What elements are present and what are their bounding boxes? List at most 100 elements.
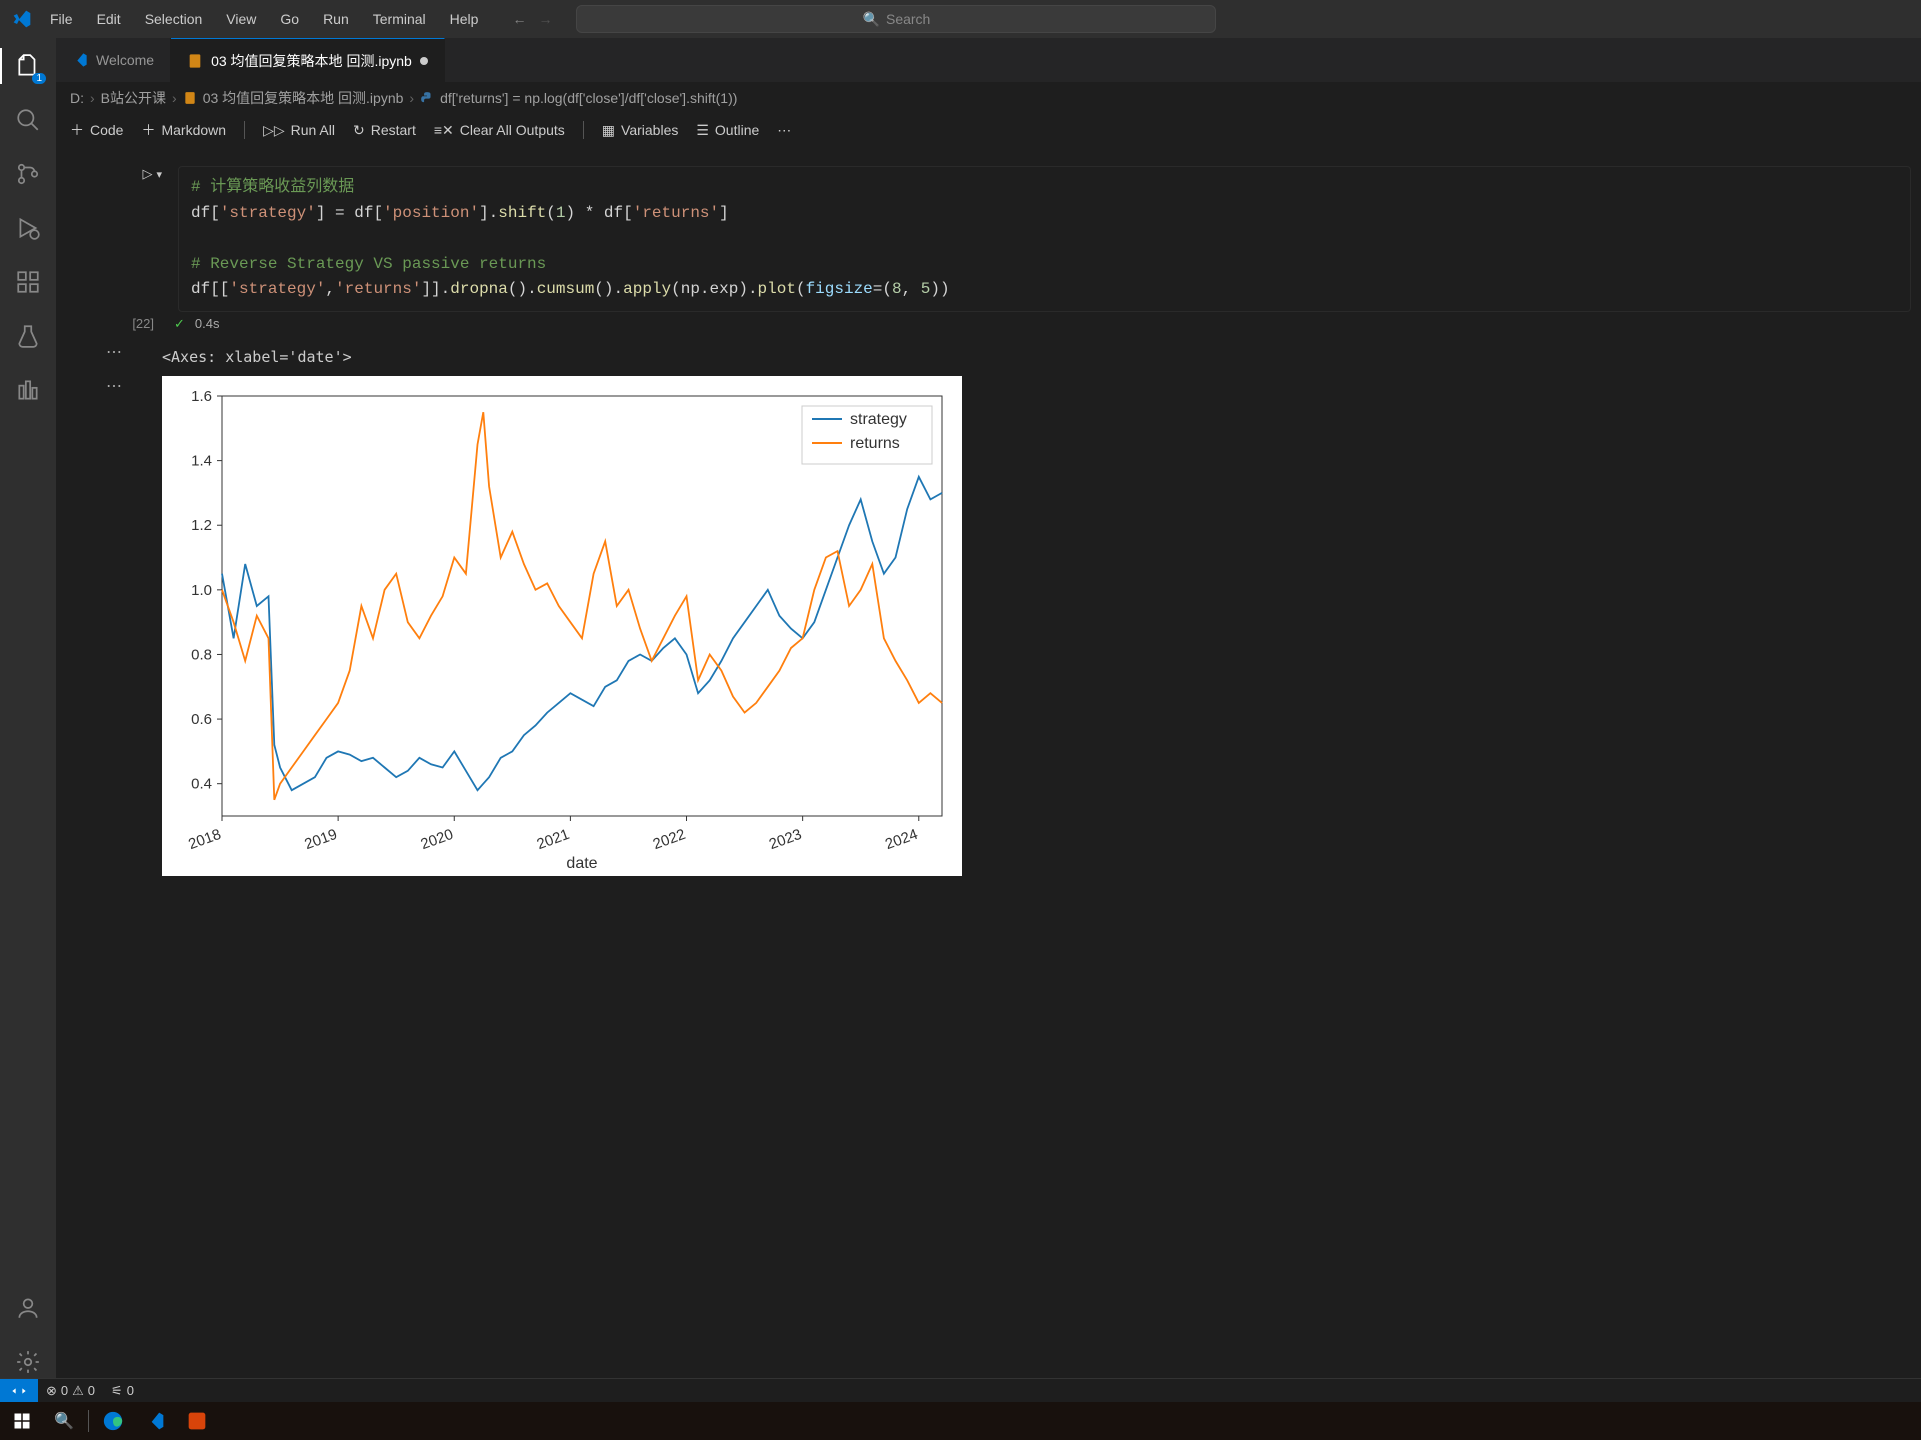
svg-text:0.6: 0.6: [191, 711, 212, 728]
broadcast-icon: ⚟: [111, 1383, 123, 1399]
jupyter-icon[interactable]: [12, 374, 44, 406]
toolbar-divider: [244, 121, 245, 139]
chevron-right-icon: ›: [172, 90, 177, 106]
status-bar: ⊗0 ⚠0 ⚟0: [0, 1378, 1921, 1402]
problems-button[interactable]: ⊗0 ⚠0: [38, 1383, 103, 1399]
menu-view[interactable]: View: [216, 7, 266, 31]
output-collapse-icon[interactable]: ⋯: [66, 342, 162, 376]
output-collapse-icon[interactable]: ⋯: [66, 376, 162, 876]
tab-welcome[interactable]: Welcome: [56, 38, 171, 82]
remote-indicator-button[interactable]: [0, 1379, 38, 1402]
svg-text:1.0: 1.0: [191, 582, 212, 599]
plus-icon: ＋: [141, 120, 155, 140]
vscode-taskbar-icon[interactable]: [137, 1405, 173, 1437]
chart-output: 0.4 0.6 0.8 1.0 1.2 1.4 1.6 2018 2019 2020 2021 202…: [162, 376, 962, 876]
nav-forward-icon[interactable]: →: [538, 11, 552, 27]
search-icon: 🔍: [863, 11, 880, 28]
tab-welcome-label: Welcome: [96, 52, 154, 68]
tab-notebook-label: 03 均值回复策略本地 回测.ipynb: [211, 51, 412, 71]
chevron-right-icon: ›: [409, 90, 414, 106]
source-control-icon[interactable]: [12, 158, 44, 190]
menu-help[interactable]: Help: [440, 7, 489, 31]
breadcrumb-cell[interactable]: df['returns'] = np.log(df['close']/df['c…: [440, 90, 737, 106]
editor-tabs: Welcome 03 均值回复策略本地 回测.ipynb: [56, 38, 1921, 82]
svg-text:2024: 2024: [883, 826, 920, 853]
menu-file[interactable]: File: [40, 7, 83, 31]
menu-selection[interactable]: Selection: [135, 7, 213, 31]
svg-text:0.8: 0.8: [191, 646, 212, 663]
notebook-content[interactable]: ▷ ▾ # 计算策略收益列数据 df['strategy'] = df['pos…: [56, 146, 1921, 1378]
menu-go[interactable]: Go: [270, 7, 309, 31]
variables-icon: ▦: [602, 122, 615, 139]
add-code-button[interactable]: ＋Code: [70, 120, 123, 140]
code-editor[interactable]: # 计算策略收益列数据 df['strategy'] = df['positio…: [178, 166, 1911, 312]
explorer-badge: 1: [32, 73, 46, 84]
warning-icon: ⚠: [72, 1383, 84, 1399]
taskbar-separator: [88, 1410, 89, 1432]
cell-gutter: ▷ ▾: [74, 166, 170, 312]
svg-text:1.4: 1.4: [191, 453, 212, 470]
svg-text:returns: returns: [850, 435, 900, 452]
menu-edit[interactable]: Edit: [87, 7, 131, 31]
outline-icon: ☰: [696, 122, 709, 139]
svg-text:2020: 2020: [418, 826, 455, 853]
accounts-icon[interactable]: [12, 1292, 44, 1324]
settings-gear-icon[interactable]: [12, 1346, 44, 1378]
notebook-file-icon: [183, 91, 197, 105]
svg-text:0.4: 0.4: [191, 776, 212, 793]
search-sidebar-icon[interactable]: [12, 104, 44, 136]
app-taskbar-icon[interactable]: [179, 1405, 215, 1437]
unsaved-indicator-icon: [420, 57, 428, 65]
clear-outputs-button[interactable]: ≡✕Clear All Outputs: [434, 122, 565, 139]
taskbar-search-icon[interactable]: 🔍: [46, 1405, 82, 1437]
code-cell[interactable]: ▷ ▾ # 计算策略收益列数据 df['strategy'] = df['pos…: [66, 166, 1911, 312]
execution-time: 0.4s: [195, 316, 220, 331]
explorer-icon[interactable]: 1: [12, 50, 44, 82]
toolbar-divider: [583, 121, 584, 139]
activity-bar: 1: [0, 38, 56, 1378]
variables-button[interactable]: ▦Variables: [602, 122, 679, 139]
restart-icon: ↻: [353, 122, 365, 139]
ports-button[interactable]: ⚟0: [103, 1383, 142, 1399]
chevron-right-icon: ›: [90, 90, 95, 106]
svg-text:1.6: 1.6: [191, 388, 212, 405]
svg-text:1.2: 1.2: [191, 517, 212, 534]
breadcrumb[interactable]: D: › B站公开课 › 03 均值回复策略本地 回测.ipynb › df['…: [56, 82, 1921, 114]
clear-icon: ≡✕: [434, 122, 454, 139]
python-icon: [420, 91, 434, 105]
svg-text:strategy: strategy: [850, 411, 907, 428]
start-button[interactable]: [4, 1405, 40, 1437]
editor-area: Welcome 03 均值回复策略本地 回测.ipynb D: › B站公开课 …: [56, 38, 1921, 1378]
execution-count: [22]: [66, 312, 162, 342]
plus-icon: ＋: [70, 120, 84, 140]
breadcrumb-folder[interactable]: B站公开课: [101, 88, 166, 108]
more-actions-button[interactable]: ⋯: [777, 122, 791, 139]
tab-notebook[interactable]: 03 均值回复策略本地 回测.ipynb: [171, 38, 445, 82]
run-debug-icon[interactable]: [12, 212, 44, 244]
output-repr: <Axes: xlabel='date'>: [162, 342, 352, 376]
edge-browser-icon[interactable]: [95, 1405, 131, 1437]
run-all-icon: ▷▷: [263, 122, 285, 139]
menu-run[interactable]: Run: [313, 7, 359, 31]
breadcrumb-drive[interactable]: D:: [70, 90, 84, 106]
svg-text:date: date: [566, 855, 597, 872]
add-markdown-button[interactable]: ＋Markdown: [141, 120, 226, 140]
svg-text:2022: 2022: [651, 826, 688, 853]
svg-text:2023: 2023: [767, 826, 804, 853]
restart-button[interactable]: ↻Restart: [353, 122, 416, 139]
nav-back-icon[interactable]: ←: [512, 11, 526, 27]
breadcrumb-file[interactable]: 03 均值回复策略本地 回测.ipynb: [203, 88, 404, 108]
error-icon: ⊗: [46, 1383, 57, 1399]
command-center-search[interactable]: 🔍 Search: [576, 5, 1216, 33]
run-cell-button[interactable]: ▷ ▾: [74, 166, 162, 182]
chevron-down-icon[interactable]: ▾: [156, 168, 162, 181]
svg-text:2019: 2019: [302, 826, 339, 853]
svg-text:2021: 2021: [535, 826, 572, 853]
outline-button[interactable]: ☰Outline: [696, 122, 759, 139]
search-placeholder: Search: [886, 11, 930, 27]
extensions-icon[interactable]: [12, 266, 44, 298]
run-all-button[interactable]: ▷▷Run All: [263, 122, 335, 139]
svg-text:2018: 2018: [186, 826, 223, 853]
testing-icon[interactable]: [12, 320, 44, 352]
menu-terminal[interactable]: Terminal: [363, 7, 436, 31]
